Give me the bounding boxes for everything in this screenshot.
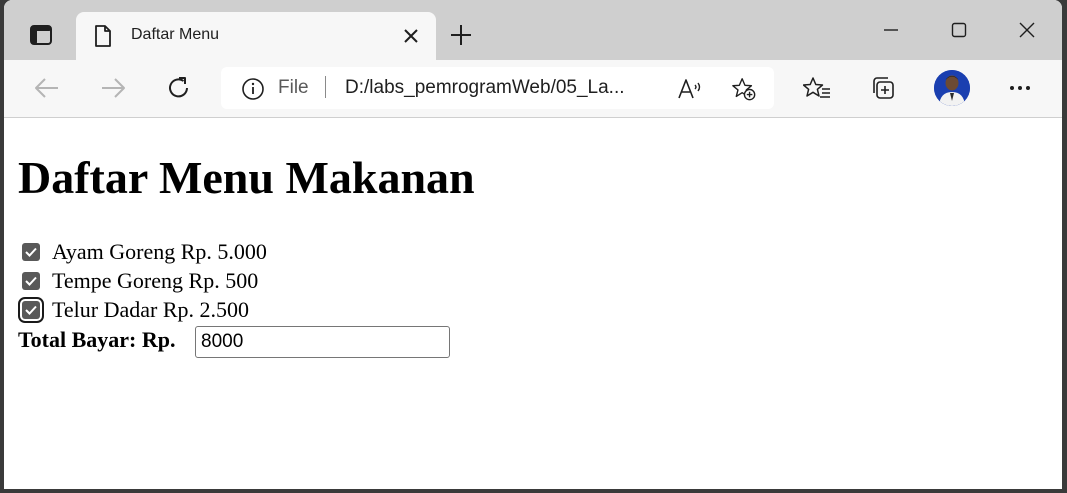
page-icon — [95, 25, 111, 47]
menu-item-checkbox[interactable] — [18, 297, 44, 323]
close-window-button[interactable] — [1014, 17, 1040, 43]
menu-item-label: Ayam Goreng Rp. 5.000 — [52, 239, 267, 264]
read-aloud-icon — [678, 79, 701, 99]
menu-item-label: Tempe Goreng Rp. 500 — [52, 268, 259, 293]
more-button[interactable] — [1005, 73, 1035, 103]
minimize-icon — [884, 29, 898, 31]
collections-icon — [873, 77, 894, 99]
info-icon[interactable] — [241, 77, 265, 101]
add-favorite-button[interactable] — [731, 76, 757, 102]
favorites-icon — [803, 77, 830, 98]
profile-icon — [934, 70, 970, 106]
title-bar: Daftar Menu — [4, 0, 1062, 60]
tab-actions-icon — [30, 25, 52, 45]
tab-close-button[interactable] — [402, 27, 420, 45]
maximize-icon — [951, 22, 967, 38]
add-favorite-icon — [732, 78, 756, 101]
address-divider — [325, 76, 326, 98]
browser-window: Daftar Menu File D:/labs_pemrogramWeb/05… — [4, 0, 1062, 489]
menu-item[interactable]: Telur Dadar Rp. 2.500 — [18, 297, 250, 323]
checkmark-icon — [25, 276, 37, 286]
new-tab-button[interactable] — [449, 23, 473, 47]
menu-item[interactable]: Tempe Goreng Rp. 500 — [22, 268, 258, 294]
more-icon — [1010, 86, 1030, 90]
forward-icon — [102, 78, 125, 98]
plus-icon — [451, 25, 471, 45]
forward-button[interactable] — [98, 73, 128, 103]
menu-item-checkbox[interactable] — [22, 243, 40, 261]
minimize-button[interactable] — [878, 17, 904, 43]
close-icon — [404, 29, 418, 43]
collections-button[interactable] — [868, 73, 898, 103]
back-button[interactable] — [32, 73, 62, 103]
page-title: Daftar Menu Makanan — [18, 152, 475, 203]
checkmark-icon — [25, 247, 37, 257]
address-bar[interactable]: File D:/labs_pemrogramWeb/05_La... — [221, 67, 774, 109]
address-url[interactable]: D:/labs_pemrogramWeb/05_La... — [345, 77, 625, 99]
menu-item[interactable]: Ayam Goreng Rp. 5.000 — [22, 239, 267, 265]
menu-item-label: Telur Dadar Rp. 2.500 — [52, 297, 250, 322]
tab-actions-button[interactable] — [22, 17, 60, 53]
refresh-icon — [169, 77, 188, 98]
browser-toolbar: File D:/labs_pemrogramWeb/05_La... — [4, 60, 1062, 118]
close-icon — [1019, 22, 1035, 38]
profile-avatar[interactable] — [934, 70, 970, 106]
address-scheme: File — [278, 77, 309, 98]
maximize-button[interactable] — [946, 17, 972, 43]
total-input[interactable] — [195, 326, 450, 358]
back-icon — [35, 78, 58, 98]
page-content: Daftar Menu Makanan Ayam Goreng Rp. 5.00… — [4, 118, 1062, 489]
tab-title: Daftar Menu — [131, 26, 220, 43]
total-label: Total Bayar: Rp. — [18, 327, 176, 352]
active-tab[interactable]: Daftar Menu — [76, 12, 436, 60]
menu-item-checkbox[interactable] — [22, 272, 40, 290]
favorites-button[interactable] — [802, 73, 832, 103]
refresh-button[interactable] — [164, 73, 194, 103]
read-aloud-button[interactable] — [677, 76, 703, 102]
checkmark-icon — [25, 305, 37, 315]
